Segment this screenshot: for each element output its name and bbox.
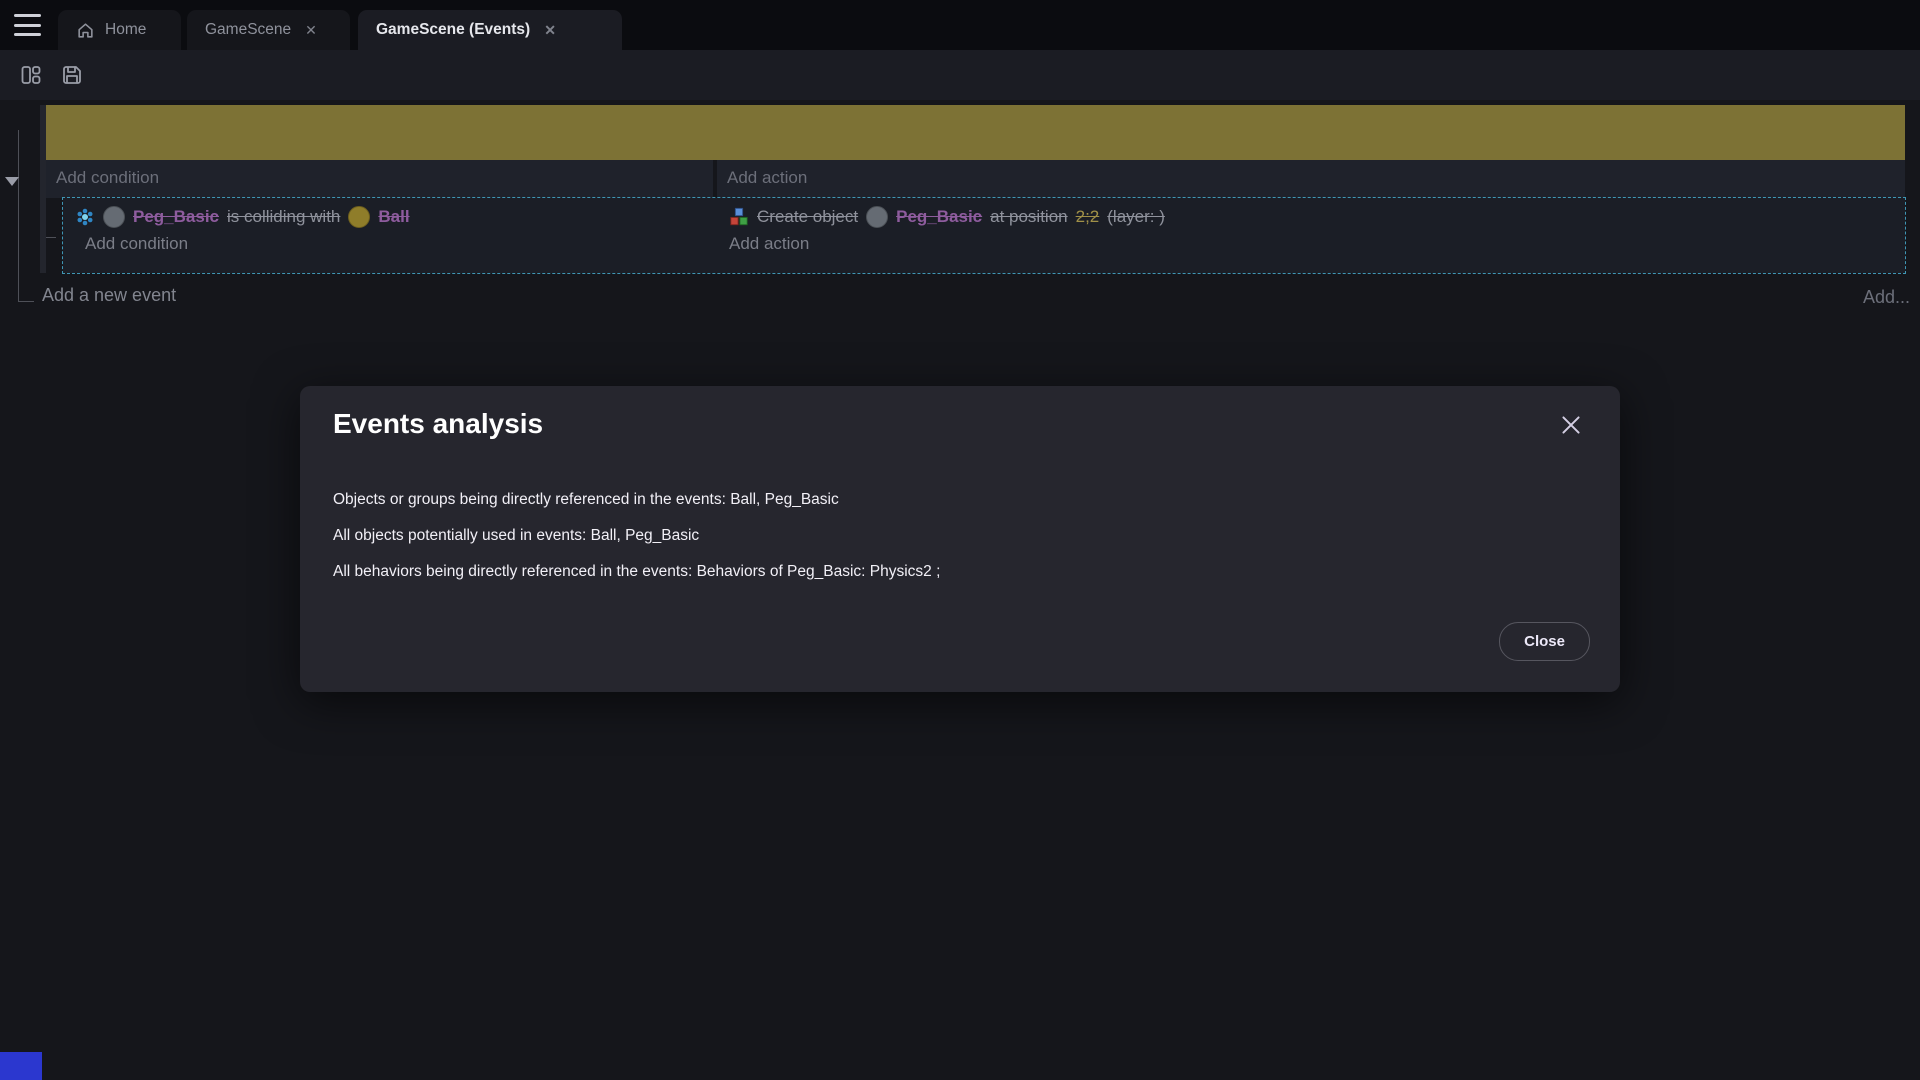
toggle-panels-button[interactable] [19, 63, 43, 87]
close-icon [1558, 412, 1584, 438]
action-layer-text: (layer: ) [1107, 207, 1165, 227]
condition-object1: Peg_Basic [133, 207, 219, 227]
tab-bar: Home GameScene ✕ GameScene (Events) ✕ [0, 0, 1920, 50]
condition-text: is colliding with [227, 207, 340, 227]
analysis-line: Objects or groups being directly referen… [333, 482, 940, 518]
hamburger-icon [14, 14, 41, 17]
dialog-close-button[interactable] [1558, 412, 1584, 438]
ball-object-icon [348, 206, 370, 228]
analysis-line: All objects potentially used in events: … [333, 518, 940, 554]
peg-basic-object-icon [103, 206, 125, 228]
event-actions-column: Create object Peg_Basic at position 2;2 … [717, 198, 1905, 273]
create-object-action-icon [729, 207, 749, 227]
save-button[interactable] [60, 63, 84, 87]
tab-gamescene-events-close-icon[interactable]: ✕ [540, 20, 560, 41]
tab-gamescene-events[interactable]: GameScene (Events) ✕ [358, 10, 622, 50]
add-condition-link[interactable]: Add condition [46, 160, 713, 188]
add-action-link[interactable]: Add action [717, 160, 1905, 188]
action-pre-text: Create object [757, 207, 858, 227]
tree-guide-vertical [18, 130, 19, 302]
tab-gamescene-label: GameScene [205, 21, 291, 39]
tree-guide-elbow [18, 301, 34, 302]
actions-column: Add action [717, 160, 1905, 198]
add-new-event-link[interactable]: Add a new event [42, 285, 176, 306]
action-object: Peg_Basic [896, 207, 982, 227]
home-icon [76, 21, 95, 40]
main-menu-button[interactable] [14, 14, 41, 36]
event-collapse-arrow-icon[interactable] [5, 177, 19, 186]
parent-event-row: Add condition Add action [46, 160, 1905, 198]
tab-gamescene[interactable]: GameScene ✕ [187, 10, 350, 50]
add-more-button[interactable]: Add... [1863, 287, 1910, 308]
comment-block[interactable] [46, 105, 1905, 160]
peg-basic-object-icon [866, 206, 888, 228]
close-button[interactable]: Close [1499, 622, 1590, 661]
conditions-column: Add condition [46, 160, 713, 198]
dialog-body: Objects or groups being directly referen… [333, 482, 940, 590]
events-analysis-dialog: Events analysis Objects or groups being … [300, 386, 1620, 692]
gdevelop-events-editor: Home GameScene ✕ GameScene (Events) ✕ Pr… [0, 0, 1920, 1080]
tab-home-label: Home [105, 21, 146, 39]
bottom-left-blue-fragment [0, 1052, 42, 1080]
action-middle-text: at position [990, 207, 1068, 227]
collision-condition-icon [75, 207, 95, 227]
analysis-line: All behaviors being directly referenced … [333, 554, 940, 590]
condition-object2: Ball [378, 207, 409, 227]
action-position-value: 2;2 [1076, 207, 1100, 227]
tab-home[interactable]: Home [58, 10, 181, 50]
selected-event[interactable]: Peg_Basic is colliding with Ball Add con… [63, 198, 1905, 273]
event-conditions-column: Peg_Basic is colliding with Ball Add con… [63, 198, 713, 273]
action-sentence[interactable]: Create object Peg_Basic at position 2;2 … [717, 198, 1905, 228]
dialog-title: Events analysis [333, 408, 543, 440]
add-condition-link-sub[interactable]: Add condition [63, 228, 713, 254]
save-icon [60, 63, 84, 87]
add-action-link-sub[interactable]: Add action [717, 228, 1905, 254]
panels-icon [19, 63, 43, 87]
tab-gamescene-close-icon[interactable]: ✕ [301, 20, 321, 41]
condition-sentence[interactable]: Peg_Basic is colliding with Ball [63, 198, 713, 228]
tab-gamescene-events-label: GameScene (Events) [376, 21, 530, 39]
events-toolbar: Preview Publish [0, 50, 1920, 100]
